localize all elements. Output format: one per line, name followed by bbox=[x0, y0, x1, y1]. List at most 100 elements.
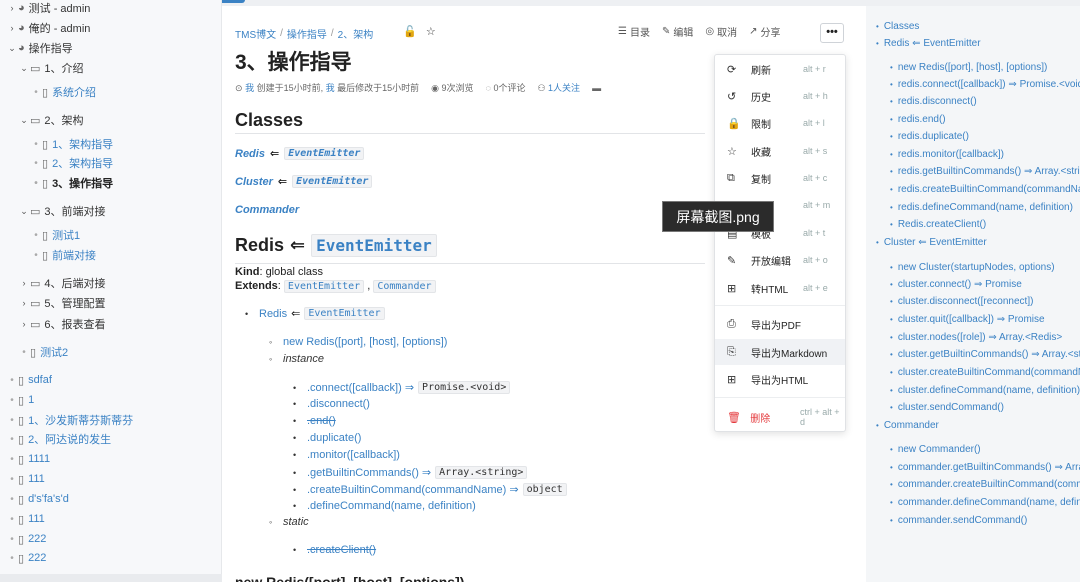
sidebar-item[interactable]: › ◕ 俺的 - admin bbox=[0, 18, 91, 38]
more-button[interactable]: ••• bbox=[820, 23, 844, 43]
toc-item[interactable]: • cluster.createBuiltinCommand(commandNam… bbox=[890, 367, 1080, 378]
menu-item[interactable]: ⧉ 复制 alt + c bbox=[715, 165, 845, 191]
sidebar-item[interactable]: ⌄ ▭ 1、介绍 bbox=[0, 58, 83, 78]
meta-follow[interactable]: ⚇ 1人关注 bbox=[537, 81, 580, 94]
chevron-down-icon[interactable]: ⌄ bbox=[18, 63, 30, 74]
toc-item[interactable]: • Redis.createClient() bbox=[890, 219, 986, 230]
sidebar-item[interactable]: • ▯ 1、架构指导 bbox=[0, 134, 113, 154]
menu-item[interactable]: 🔒 限制 alt + l bbox=[715, 110, 845, 136]
sidebar-item[interactable]: • ▯ sdfaf bbox=[0, 370, 52, 390]
sidebar-item[interactable]: • ▯ 1 bbox=[0, 390, 34, 410]
toc-item[interactable]: • commander.defineCommand(name, definitio… bbox=[890, 497, 1080, 508]
sidebar-item[interactable]: › ▭ 5、管理配置 bbox=[0, 293, 106, 313]
method-link[interactable]: .defineCommand(name, definition) bbox=[307, 500, 476, 512]
toc-item[interactable]: • commander.getBuiltinCommands() ⇒ Array.… bbox=[890, 462, 1080, 473]
class-link-cluster[interactable]: Cluster ⇐ EventEmitter bbox=[235, 175, 373, 188]
chevron-right-icon[interactable]: › bbox=[18, 298, 30, 308]
bullet: • bbox=[293, 501, 297, 511]
unlock-icon[interactable]: 🔓 bbox=[403, 26, 417, 38]
menu-item[interactable]: ⟳ 刷新 alt + r bbox=[715, 56, 845, 82]
class-link-redis[interactable]: Redis ⇐ EventEmitter bbox=[235, 147, 365, 160]
breadcrumb-root[interactable]: TMS博文 bbox=[235, 26, 276, 41]
sidebar-item[interactable]: ⌄ ▭ 3、前端对接 bbox=[0, 201, 105, 221]
meta-comments[interactable]: ◌ 0个评论 bbox=[486, 81, 526, 94]
sidebar-item[interactable]: • ▯ 2、架构指导 bbox=[0, 153, 113, 173]
sidebar-item[interactable]: • ▯ 1、沙发斯蒂芬斯蒂芬 bbox=[0, 410, 133, 430]
toc-item[interactable]: • redis.duplicate() bbox=[890, 131, 969, 142]
toc-item[interactable]: • redis.connect([callback]) ⇒ Promise.<vo… bbox=[890, 79, 1080, 90]
toc-item[interactable]: • new Commander() bbox=[890, 444, 981, 455]
breadcrumb-parent[interactable]: 操作指导 bbox=[287, 26, 327, 41]
sidebar-item[interactable]: › ▭ 4、后端对接 bbox=[0, 273, 106, 293]
toc-item[interactable]: • redis.createBuiltinCommand(commandName) bbox=[890, 184, 1080, 195]
sidebar-item[interactable]: ⌄ ▭ 2、架构 bbox=[0, 110, 83, 130]
menu-item[interactable]: 🗑 删除 ctrl + alt + d bbox=[715, 404, 845, 430]
sidebar-item[interactable]: • ▯ 222 bbox=[0, 548, 46, 568]
toc-item[interactable]: • cluster.connect() ⇒ Promise bbox=[890, 279, 1022, 290]
edit-button[interactable]: ✎ 编辑 bbox=[662, 24, 693, 39]
star-icon[interactable]: ☆ bbox=[426, 26, 436, 38]
toc-item[interactable]: • new Cluster(startupNodes, options) bbox=[890, 262, 1055, 273]
share-button[interactable]: ↗ 分享 bbox=[749, 24, 780, 39]
toc-item[interactable]: • redis.getBuiltinCommands() ⇒ Array.<str… bbox=[890, 166, 1080, 177]
menu-item[interactable]: ⎘ 导出为Markdown bbox=[715, 339, 845, 365]
sidebar-item[interactable]: • ▯ 111 bbox=[0, 509, 45, 529]
chevron-right-icon[interactable]: › bbox=[6, 3, 18, 13]
sidebar-item[interactable]: • ▯ 1111 bbox=[0, 449, 50, 469]
sidebar-item[interactable]: • ▯ 前端对接 bbox=[0, 245, 96, 265]
toc-item[interactable]: • cluster.defineCommand(name, definition) bbox=[890, 385, 1080, 396]
sidebar-item[interactable]: • ▯ 3、操作指导 bbox=[0, 173, 113, 193]
keyboard-icon[interactable]: ▬ bbox=[592, 83, 601, 93]
toc-item[interactable]: • Redis ⇐ EventEmitter bbox=[876, 38, 981, 49]
sidebar-item[interactable]: • ▯ 测试2 bbox=[0, 342, 68, 362]
menu-item[interactable]: ⎙ 导出为PDF bbox=[715, 311, 845, 337]
method-link[interactable]: .getBuiltinCommands() ⇒ bbox=[307, 466, 431, 479]
sidebar-item[interactable]: › ▭ 6、报表查看 bbox=[0, 314, 106, 334]
method-link[interactable]: .monitor([callback]) bbox=[307, 449, 400, 461]
toc-item[interactable]: • commander.createBuiltinCommand(commandN… bbox=[890, 479, 1080, 490]
toc-item[interactable]: • Commander bbox=[876, 420, 939, 431]
menu-item[interactable]: ↺ 历史 alt + h bbox=[715, 83, 845, 109]
bullet: • bbox=[22, 346, 26, 358]
menu-item[interactable]: ✎ 开放编辑 alt + o bbox=[715, 247, 845, 273]
method-link[interactable]: .end() bbox=[307, 415, 336, 427]
chevron-right-icon[interactable]: › bbox=[18, 278, 30, 288]
sidebar-item[interactable]: • ▯ 222 bbox=[0, 529, 46, 549]
sidebar-item[interactable]: • ▯ 测试1 bbox=[0, 225, 80, 245]
method-link[interactable]: .duplicate() bbox=[307, 432, 361, 444]
toc-item[interactable]: • cluster.quit([callback]) ⇒ Promise bbox=[890, 314, 1045, 325]
toc-item[interactable]: • cluster.getBuiltinCommands() ⇒ Array.<s… bbox=[890, 349, 1080, 360]
menu-item[interactable]: ⊞ 转HTML alt + e bbox=[715, 275, 845, 301]
toc-item[interactable]: • redis.monitor([callback]) bbox=[890, 149, 1004, 160]
menu-item[interactable]: ☆ 收藏 alt + s bbox=[715, 138, 845, 164]
toc-item[interactable]: • cluster.sendCommand() bbox=[890, 402, 1004, 413]
cancel-button[interactable]: ◎ 取消 bbox=[705, 24, 737, 39]
toc-item[interactable]: • cluster.nodes([role]) ⇒ Array.<Redis> bbox=[890, 332, 1062, 343]
sidebar-item[interactable]: • ▯ 系统介绍 bbox=[0, 82, 96, 102]
toc-item[interactable]: • new Redis([port], [host], [options]) bbox=[890, 62, 1047, 73]
toc-item[interactable]: • commander.sendCommand() bbox=[890, 515, 1027, 526]
toc-item[interactable]: • redis.end() bbox=[890, 114, 946, 125]
sidebar-item[interactable]: • ▯ 2、阿达说的发生 bbox=[0, 429, 111, 449]
sidebar-item[interactable]: • ▯ 111 bbox=[0, 469, 45, 489]
breadcrumb-current[interactable]: 2、架构 bbox=[338, 26, 374, 41]
chevron-down-icon[interactable]: ⌄ bbox=[18, 115, 30, 126]
class-link-commander[interactable]: Commander bbox=[235, 204, 299, 216]
toc-button[interactable]: ☰ 目录 bbox=[618, 24, 650, 39]
chevron-right-icon[interactable]: › bbox=[18, 319, 30, 329]
toc-item[interactable]: • redis.disconnect() bbox=[890, 96, 977, 107]
chevron-down-icon[interactable]: ⌄ bbox=[6, 43, 18, 54]
toc-item[interactable]: • Classes bbox=[876, 21, 919, 32]
sidebar-item[interactable]: › ◕ 测试 - admin bbox=[0, 0, 91, 18]
menu-item[interactable]: ⊞ 导出为HTML bbox=[715, 366, 845, 392]
method-link[interactable]: .disconnect() bbox=[307, 398, 370, 410]
chevron-right-icon[interactable]: › bbox=[6, 23, 18, 33]
method-link[interactable]: .createBuiltinCommand(commandName) ⇒ bbox=[307, 483, 519, 496]
toc-item[interactable]: • redis.defineCommand(name, definition) bbox=[890, 202, 1073, 213]
sidebar-item[interactable]: • ▯ d's'fa's'd bbox=[0, 489, 69, 509]
toc-item[interactable]: • Cluster ⇐ EventEmitter bbox=[876, 237, 987, 248]
sidebar-item[interactable]: ⌄ ◕ 操作指导 bbox=[0, 38, 72, 58]
chevron-down-icon[interactable]: ⌄ bbox=[18, 206, 30, 217]
method-link[interactable]: .connect([callback]) ⇒ bbox=[307, 381, 414, 394]
toc-item[interactable]: • cluster.disconnect([reconnect]) bbox=[890, 296, 1033, 307]
